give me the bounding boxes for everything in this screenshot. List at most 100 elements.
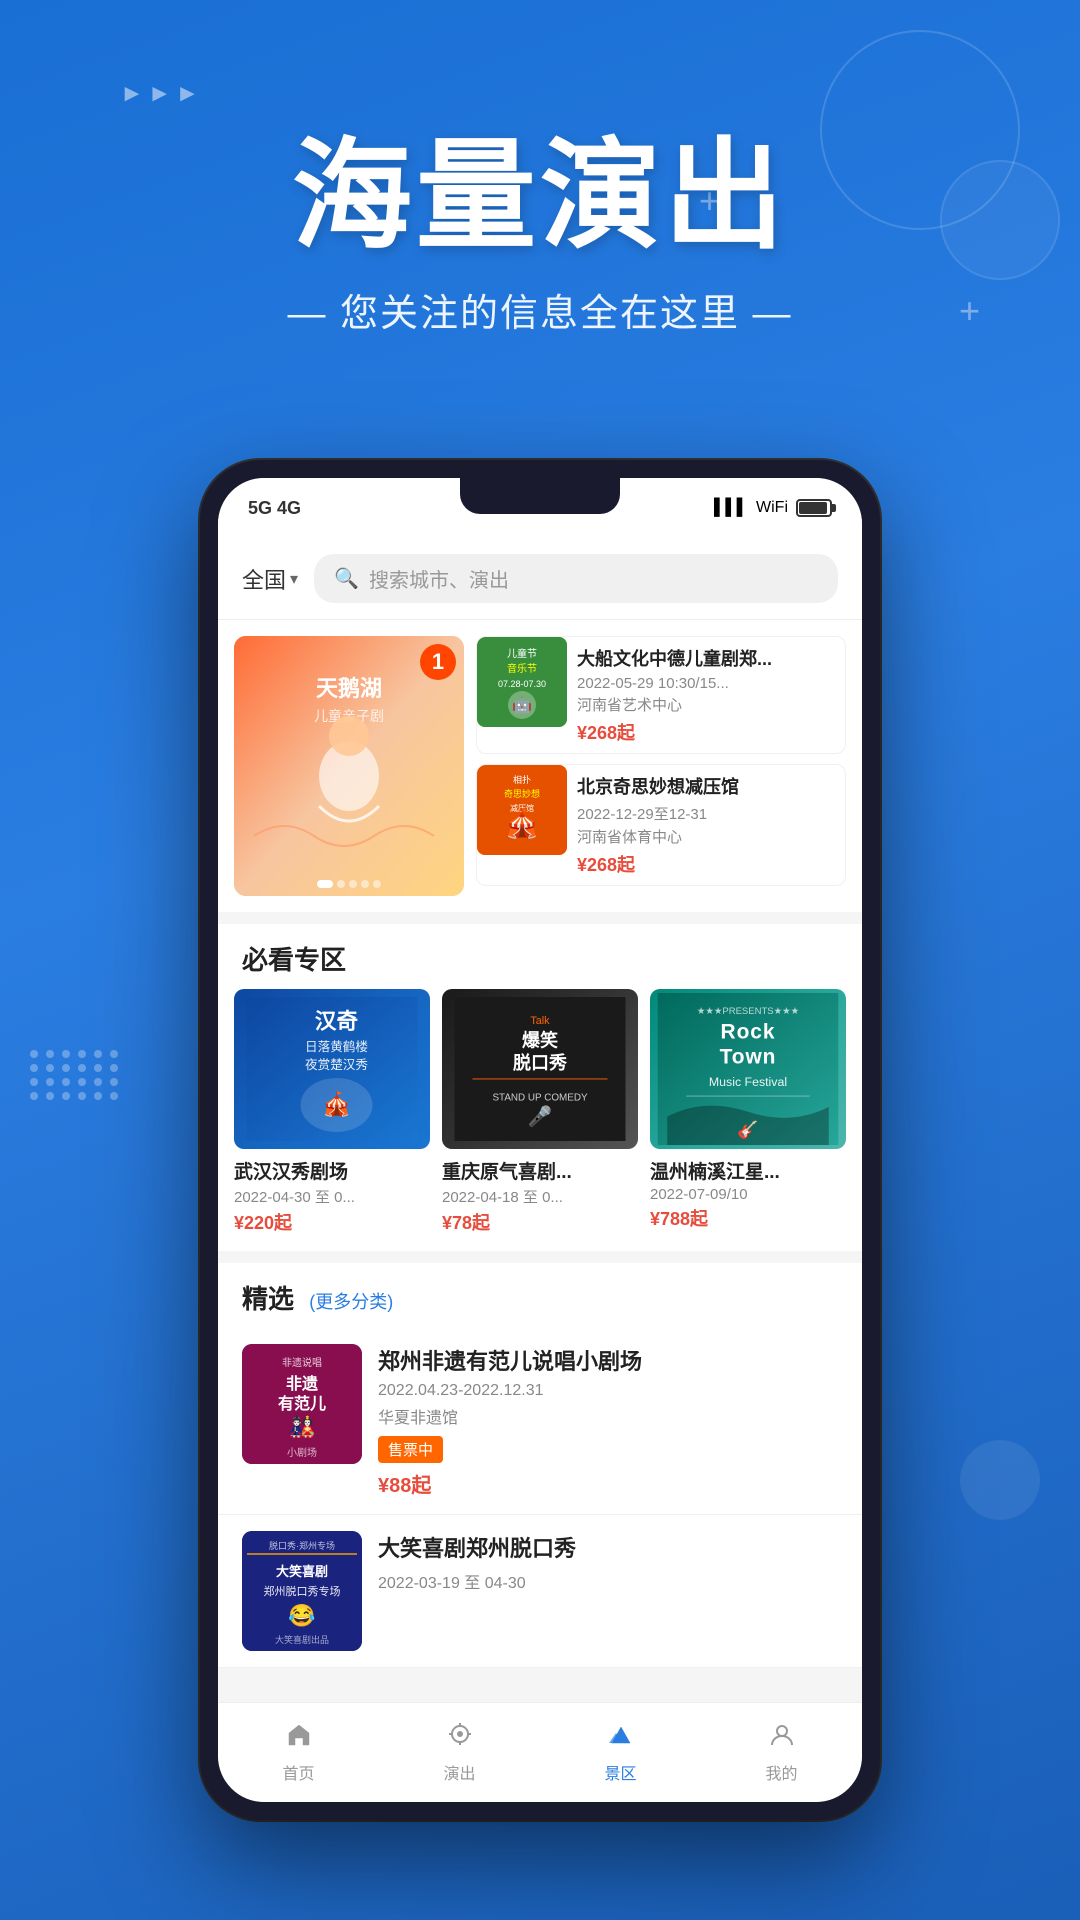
must-see-item-3-name: 温州楠溪江星... bbox=[650, 1157, 846, 1184]
nav-scenic-label: 景区 bbox=[604, 1760, 636, 1784]
selected-price-1: ¥88起 bbox=[378, 1469, 838, 1498]
svg-text:07.28-07.30: 07.28-07.30 bbox=[498, 679, 546, 689]
svg-text:大笑喜剧出品: 大笑喜剧出品 bbox=[275, 1634, 329, 1645]
nav-item-scenic[interactable]: 景区 bbox=[540, 1721, 701, 1784]
profile-icon bbox=[768, 1721, 796, 1756]
svg-text:Music Festival: Music Festival bbox=[709, 1075, 787, 1089]
banner-card-1-info: 大船文化中德儿童剧郑... 2022-05-29 10:30/15... 河南省… bbox=[577, 637, 845, 753]
location-selector[interactable]: 全国 ▾ bbox=[242, 563, 298, 595]
svg-text:大笑喜剧: 大笑喜剧 bbox=[276, 1564, 328, 1579]
nav-item-shows[interactable]: 演出 bbox=[379, 1721, 540, 1784]
must-see-label: 必看专区 bbox=[242, 945, 346, 975]
banner-card-1-date: 2022-05-29 10:30/15... bbox=[577, 675, 837, 692]
svg-text:相扑: 相扑 bbox=[513, 774, 531, 785]
svg-text:非遗说唱: 非遗说唱 bbox=[282, 1356, 322, 1369]
banner-card-2[interactable]: 相扑 奇思妙想 减压馆 🎪 北京奇思妙想减压馆 2022-12-29至12-31 bbox=[476, 764, 846, 886]
svg-text:日落黄鹤楼: 日落黄鹤楼 bbox=[305, 1039, 368, 1054]
svg-text:Rock: Rock bbox=[721, 1021, 776, 1044]
banner-card-1[interactable]: 儿童节 音乐节 07.28-07.30 🤖 大船文化中德儿童剧郑... bbox=[476, 636, 846, 754]
poster-3-artwork: ★★★PRESENTS★★★ Rock Town Music Festival … bbox=[650, 989, 846, 1149]
selected-poster-2: 脱口秀·郑州专场 大笑喜剧 郑州脱口秀专场 😂 大笑喜剧出品 bbox=[242, 1531, 362, 1651]
must-see-item-2-date: 2022-04-18 至 0... bbox=[442, 1186, 638, 1207]
content-area: 天鹅湖 儿童亲子剧 1 bbox=[218, 620, 862, 1726]
selected-poster-1: 非遗说唱 非遗 有范儿 🎎 小剧场 bbox=[242, 1344, 362, 1464]
search-icon: 🔍 bbox=[334, 566, 359, 591]
must-see-item-1-date: 2022-04-30 至 0... bbox=[234, 1186, 430, 1207]
nav-shows-label: 演出 bbox=[443, 1760, 475, 1784]
banner-card-2-info: 北京奇思妙想减压馆 2022-12-29至12-31 河南省体育中心 ¥268起 bbox=[577, 765, 845, 885]
home-icon bbox=[285, 1721, 313, 1756]
card-2-artwork: 相扑 奇思妙想 减压馆 🎪 bbox=[477, 765, 567, 855]
must-see-item-3-date: 2022-07-09/10 bbox=[650, 1186, 846, 1203]
wifi-icon: WiFi bbox=[756, 499, 788, 517]
svg-text:STAND UP COMEDY: STAND UP COMEDY bbox=[492, 1093, 588, 1104]
sel-poster-2-artwork: 脱口秀·郑州专场 大笑喜剧 郑州脱口秀专场 😂 大笑喜剧出品 bbox=[242, 1531, 362, 1651]
hero-section: 海量演出 — 您关注的信息全在这里 — bbox=[0, 130, 1080, 337]
notch bbox=[460, 478, 620, 514]
svg-text:儿童节: 儿童节 bbox=[507, 647, 537, 660]
svg-text:🎎: 🎎 bbox=[288, 1414, 316, 1439]
banner-dots bbox=[317, 880, 381, 888]
must-see-item-2-name: 重庆原气喜剧... bbox=[442, 1157, 638, 1184]
battery-icon bbox=[796, 499, 832, 517]
selected-date-2: 2022-03-19 至 04-30 bbox=[378, 1569, 838, 1593]
banner-main[interactable]: 天鹅湖 儿童亲子剧 1 bbox=[234, 636, 464, 896]
shows-icon bbox=[446, 1721, 474, 1756]
svg-text:有范儿: 有范儿 bbox=[278, 1394, 326, 1413]
must-see-item-2-price: ¥78起 bbox=[442, 1209, 638, 1235]
banner-card-2-venue: 河南省体育中心 bbox=[577, 826, 837, 847]
nav-item-profile[interactable]: 我的 bbox=[701, 1721, 862, 1784]
location-label: 全国 bbox=[242, 563, 286, 595]
poster-2-artwork: Talk 爆笑 脱口秀 STAND UP COMEDY 🎤 bbox=[442, 989, 638, 1149]
scenic-icon bbox=[607, 1721, 635, 1756]
selected-header: 精选 (更多分类) bbox=[218, 1263, 862, 1328]
banner-card-2-title: 北京奇思妙想减压馆 bbox=[577, 773, 837, 799]
svg-text:🎪: 🎪 bbox=[505, 807, 540, 840]
must-see-header: 必看专区 bbox=[218, 924, 862, 989]
selected-item-1[interactable]: 非遗说唱 非遗 有范儿 🎎 小剧场 郑州非遗有范儿说唱小剧场 2022.04.2… bbox=[218, 1328, 862, 1515]
svg-text:🤖: 🤖 bbox=[512, 695, 532, 714]
banner-card-2-date: 2022-12-29至12-31 bbox=[577, 803, 837, 824]
card-1-artwork: 儿童节 音乐节 07.28-07.30 🤖 bbox=[477, 637, 567, 727]
bg-decoration-dots bbox=[30, 1050, 120, 1100]
selected-info-2: 大笑喜剧郑州脱口秀 2022-03-19 至 04-30 bbox=[378, 1531, 838, 1651]
selected-info-1: 郑州非遗有范儿说唱小剧场 2022.04.23-2022.12.31 华夏非遗馆… bbox=[378, 1344, 838, 1498]
nav-item-home[interactable]: 首页 bbox=[218, 1721, 379, 1784]
must-see-item-1-name: 武汉汉秀剧场 bbox=[234, 1157, 430, 1184]
must-see-item-3[interactable]: ★★★PRESENTS★★★ Rock Town Music Festival … bbox=[650, 989, 846, 1235]
must-see-item-1-price: ¥220起 bbox=[234, 1209, 430, 1235]
bottom-nav: 首页 演出 bbox=[218, 1702, 862, 1802]
chevron-down-icon: ▾ bbox=[290, 569, 298, 589]
svg-text:🎸: 🎸 bbox=[737, 1120, 758, 1141]
selected-label: 精选 bbox=[242, 1284, 294, 1314]
banner-badge: 1 bbox=[420, 644, 456, 680]
banner-section: 天鹅湖 儿童亲子剧 1 bbox=[218, 620, 862, 912]
must-see-item-1[interactable]: 汉奇 日落黄鹤楼 夜赏楚汉秀 🎪 武汉汉秀剧场 2022-04-30 至 0. bbox=[234, 989, 430, 1235]
poster-3-svg: ★★★PRESENTS★★★ Rock Town Music Festival … bbox=[654, 993, 842, 1145]
svg-text:Talk: Talk bbox=[530, 1015, 550, 1027]
selected-section: 精选 (更多分类) 非遗说唱 非遗 有范儿 🎎 bbox=[218, 1263, 862, 1668]
svg-text:奇思妙想: 奇思妙想 bbox=[504, 788, 540, 799]
selected-title-1: 郑州非遗有范儿说唱小剧场 bbox=[378, 1344, 838, 1376]
selected-item-2[interactable]: 脱口秀·郑州专场 大笑喜剧 郑州脱口秀专场 😂 大笑喜剧出品 大笑喜剧郑 bbox=[218, 1515, 862, 1668]
banner-card-1-title: 大船文化中德儿童剧郑... bbox=[577, 645, 837, 671]
must-see-poster-2: Talk 爆笑 脱口秀 STAND UP COMEDY 🎤 bbox=[442, 989, 638, 1149]
svg-text:天鹅湖: 天鹅湖 bbox=[316, 676, 382, 701]
svg-text:音乐节: 音乐节 bbox=[507, 662, 537, 675]
search-bar[interactable]: 🔍 搜索城市、演出 bbox=[314, 554, 838, 603]
must-see-section: 汉奇 日落黄鹤楼 夜赏楚汉秀 🎪 武汉汉秀剧场 2022-04-30 至 0. bbox=[218, 989, 862, 1251]
sel-poster-1-svg: 非遗说唱 非遗 有范儿 🎎 小剧场 bbox=[242, 1344, 362, 1464]
bg-decoration-circle-3 bbox=[960, 1440, 1040, 1520]
5g-label: 5G bbox=[248, 498, 272, 518]
app-header: 全国 ▾ 🔍 搜索城市、演出 bbox=[218, 538, 862, 620]
signal-icon: ▌▌▌ bbox=[714, 499, 748, 517]
search-placeholder: 搜索城市、演出 bbox=[369, 564, 509, 593]
svg-text:夜赏楚汉秀: 夜赏楚汉秀 bbox=[305, 1058, 368, 1072]
selected-date-1: 2022.04.23-2022.12.31 bbox=[378, 1382, 838, 1400]
status-bar: 5G 4G ▌▌▌ WiFi bbox=[218, 478, 862, 538]
selected-more-tag[interactable]: (更多分类) bbox=[309, 1292, 393, 1312]
sel-poster-2-svg: 脱口秀·郑州专场 大笑喜剧 郑州脱口秀专场 😂 大笑喜剧出品 bbox=[242, 1531, 362, 1651]
selected-title-2: 大笑喜剧郑州脱口秀 bbox=[378, 1531, 838, 1563]
must-see-item-2[interactable]: Talk 爆笑 脱口秀 STAND UP COMEDY 🎤 重庆原 bbox=[442, 989, 638, 1235]
phone-screen: 5G 4G ▌▌▌ WiFi 全国 ▾ 🔍 bbox=[218, 478, 862, 1802]
